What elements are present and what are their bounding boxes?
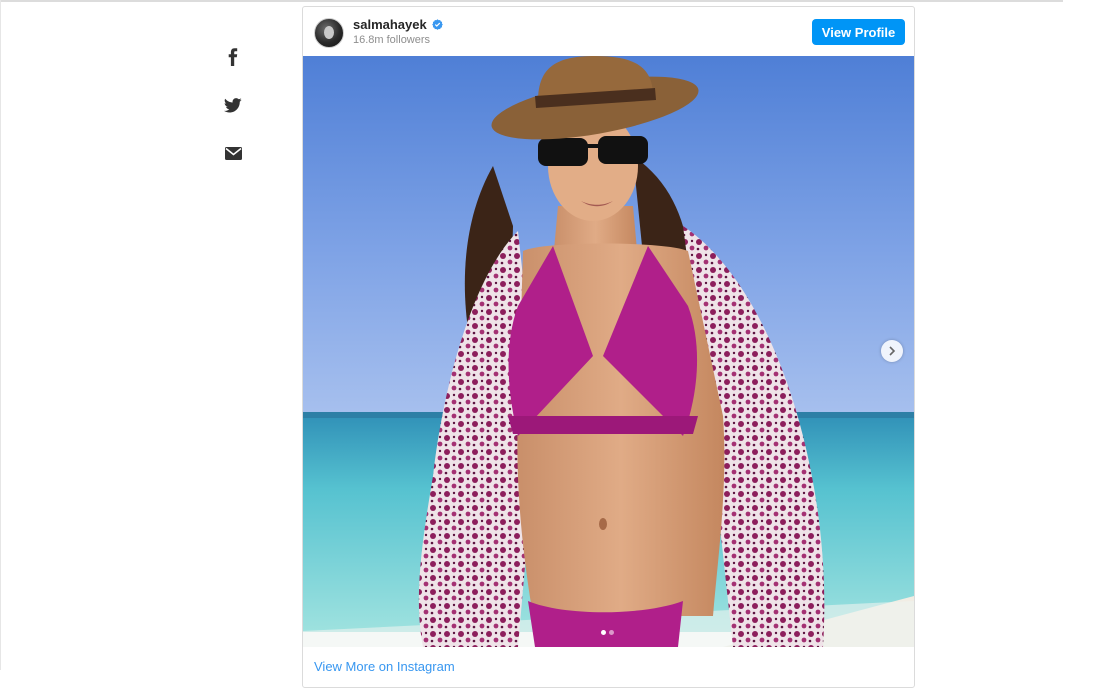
- carousel-indicator: [601, 630, 614, 635]
- verified-badge-icon: [431, 19, 443, 30]
- follower-count: 16.8m followers: [353, 34, 431, 46]
- carousel-next-button[interactable]: [881, 340, 903, 362]
- twitter-share-button[interactable]: [218, 88, 248, 122]
- mail-icon: [224, 146, 242, 160]
- chevron-right-icon: [889, 346, 896, 356]
- page-right-gutter: [1063, 0, 1104, 670]
- avatar[interactable]: [314, 18, 344, 48]
- twitter-icon: [224, 97, 242, 112]
- facebook-icon: [228, 48, 238, 66]
- facebook-share-button[interactable]: [218, 40, 248, 74]
- top-divider: [0, 0, 1064, 2]
- instagram-embed: salmahayek 16.8m followers View Profile: [302, 6, 915, 688]
- left-divider: [0, 0, 1, 670]
- embed-header: salmahayek 16.8m followers View Profile: [303, 7, 914, 56]
- email-share-button[interactable]: [218, 136, 248, 170]
- view-more-link[interactable]: View More on Instagram: [314, 659, 455, 674]
- beach-photo: [303, 56, 914, 647]
- share-rail: [218, 40, 248, 184]
- post-image[interactable]: [303, 56, 914, 647]
- carousel-dot-active: [601, 630, 606, 635]
- username-link[interactable]: salmahayek: [353, 17, 427, 32]
- avatar-face: [324, 26, 334, 39]
- carousel-dot: [609, 630, 614, 635]
- username-row: salmahayek: [353, 17, 443, 32]
- view-profile-button[interactable]: View Profile: [812, 19, 905, 45]
